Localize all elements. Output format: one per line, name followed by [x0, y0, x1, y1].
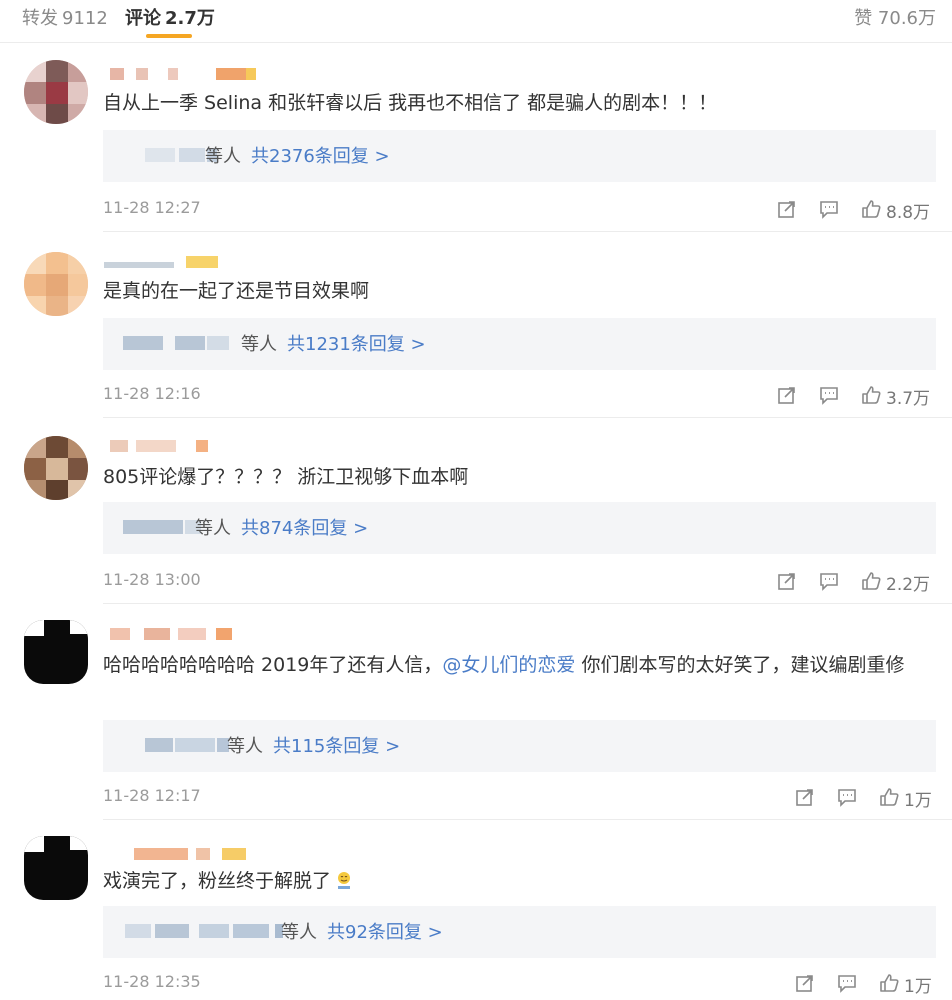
reply-count-link[interactable]: 共874条回复 >	[241, 518, 368, 539]
comment-icon[interactable]	[836, 786, 858, 808]
reply-suffix: 等人	[205, 146, 241, 167]
reply-summary[interactable]: 等人 共92条回复 >	[103, 906, 936, 958]
like-count: 3.7万	[886, 389, 931, 409]
comment-text: 805评论爆了？？？？ 浙江卫视够下血本啊	[103, 466, 469, 488]
comment-text: 哈哈哈哈哈哈哈哈 2019年了还有人信，@女儿们的恋爱 你们剧本写的太好笑了，建…	[103, 650, 933, 680]
comment-icon[interactable]	[818, 384, 840, 406]
comment-time: 11-28 12:16	[103, 384, 201, 403]
like-count: 1万	[904, 977, 932, 997]
comment-item: 是真的在一起了还是节目效果啊 等人 共1231条回复 > 11-28 12:16 …	[0, 232, 952, 418]
share-icon[interactable]	[794, 972, 816, 994]
avatar[interactable]	[24, 60, 88, 124]
like-icon[interactable]	[878, 972, 900, 994]
comment-meta: 11-28 12:35 1万	[103, 972, 936, 998]
tab-likes[interactable]: 赞 70.6万	[854, 4, 936, 30]
tab-comments-label: 评论	[125, 8, 161, 29]
comment-time: 11-28 12:35	[103, 972, 201, 991]
like-icon[interactable]	[878, 786, 900, 808]
avatar[interactable]	[24, 436, 88, 500]
reply-summary[interactable]: 等人 共1231条回复 >	[103, 318, 936, 370]
comment-text-part: 你们剧本写的太好笑了，建议编剧重修	[575, 654, 905, 676]
comment-meta: 11-28 13:00 2.2万	[103, 570, 936, 596]
comment-text: 是真的在一起了还是节目效果啊	[103, 280, 370, 302]
comment-text-part: 戏演完了，粉丝终于解脱了	[103, 870, 332, 892]
reply-summary[interactable]: 等人 共874条回复 >	[103, 502, 936, 554]
tab-forward-count: 9112	[62, 8, 108, 29]
tab-comments-count: 2.7万	[165, 8, 215, 29]
reply-suffix: 等人	[241, 334, 277, 355]
reply-summary[interactable]: 等人 共2376条回复 >	[103, 130, 936, 182]
share-icon[interactable]	[776, 384, 798, 406]
relieved-emoji-icon	[338, 872, 351, 889]
reply-suffix: 等人	[227, 736, 263, 757]
avatar[interactable]	[24, 836, 88, 900]
reply-suffix: 等人	[195, 518, 231, 539]
avatar[interactable]	[24, 620, 88, 684]
reply-count-link[interactable]: 共92条回复 >	[327, 922, 443, 943]
comment-meta: 11-28 12:17 1万	[103, 786, 936, 812]
username-blurred[interactable]	[104, 848, 254, 866]
comment-item: 自从上一季 Selina 和张轩睿以后 我再也不相信了 都是骗人的剧本！！！ 等…	[0, 42, 952, 232]
mention-link[interactable]: @女儿们的恋爱	[442, 654, 575, 676]
comment-item: 戏演完了，粉丝终于解脱了 等人 共92条回复 > 11-28 12:35 1万	[0, 820, 952, 1000]
tab-likes-label: 赞	[854, 8, 873, 29]
active-tab-indicator	[146, 34, 192, 38]
like-count: 8.8万	[886, 203, 931, 223]
comment-meta: 11-28 12:16 3.7万	[103, 384, 936, 410]
share-icon[interactable]	[776, 198, 798, 220]
tab-likes-count: 70.6万	[877, 8, 936, 29]
comment-time: 11-28 12:17	[103, 786, 201, 805]
like-icon[interactable]	[860, 570, 882, 592]
tab-forward-label: 转发	[22, 8, 58, 29]
reply-count-link[interactable]: 共115条回复 >	[273, 736, 400, 757]
like-count: 2.2万	[886, 575, 931, 595]
comment-tabs-bar: 转发 9112 评论 2.7万 赞 70.6万	[0, 0, 952, 43]
tab-comments[interactable]: 评论 2.7万	[125, 4, 215, 30]
comment-time: 11-28 13:00	[103, 570, 201, 589]
reply-count-link[interactable]: 共1231条回复 >	[287, 334, 426, 355]
comment-icon[interactable]	[836, 972, 858, 994]
comment-text-part: 哈哈哈哈哈哈哈哈 2019年了还有人信，	[103, 654, 443, 676]
comment-text: 戏演完了，粉丝终于解脱了	[103, 866, 912, 896]
username-blurred[interactable]	[104, 256, 234, 274]
reply-summary[interactable]: 等人 共115条回复 >	[103, 720, 936, 772]
comment-icon[interactable]	[818, 198, 840, 220]
comment-time: 11-28 12:27	[103, 198, 201, 217]
username-blurred[interactable]	[104, 628, 244, 646]
share-icon[interactable]	[776, 570, 798, 592]
comment-icon[interactable]	[818, 570, 840, 592]
reply-suffix: 等人	[281, 922, 317, 943]
comment-text: 自从上一季 Selina 和张轩睿以后 我再也不相信了 都是骗人的剧本！！！	[103, 92, 718, 114]
username-blurred[interactable]	[104, 440, 214, 458]
comment-item: 哈哈哈哈哈哈哈哈 2019年了还有人信，@女儿们的恋爱 你们剧本写的太好笑了，建…	[0, 604, 952, 820]
comment-item: 805评论爆了？？？？ 浙江卫视够下血本啊 等人 共874条回复 > 11-28 …	[0, 418, 952, 604]
tab-forward[interactable]: 转发 9112	[22, 4, 108, 30]
reply-count-link[interactable]: 共2376条回复 >	[251, 146, 390, 167]
like-icon[interactable]	[860, 384, 882, 406]
comment-meta: 11-28 12:27 8.8万	[103, 198, 936, 224]
like-count: 1万	[904, 791, 932, 811]
like-icon[interactable]	[860, 198, 882, 220]
username-blurred[interactable]	[104, 68, 264, 86]
share-icon[interactable]	[794, 786, 816, 808]
avatar[interactable]	[24, 252, 88, 316]
